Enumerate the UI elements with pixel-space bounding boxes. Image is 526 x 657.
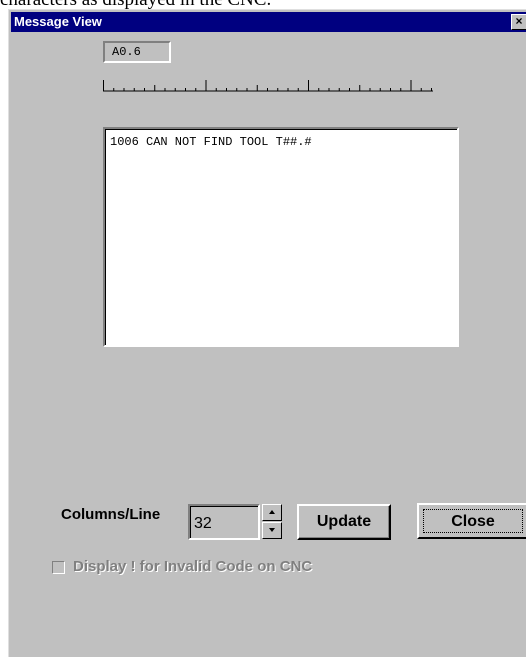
message-text: 1006 CAN NOT FIND TOOL T##.# [110,135,312,149]
spin-up-button[interactable] [262,504,282,521]
arrow-up-icon [269,510,275,514]
close-button[interactable]: Close [417,503,526,539]
address-label: A0.6 [103,41,171,63]
columns-per-line-label: Columns/Line [61,506,161,523]
invalid-code-checkbox[interactable] [52,561,65,574]
title-bar: Message View × [11,12,526,32]
document-caption: characters as displayed in the CNC. [0,0,526,9]
message-text-area[interactable]: 1006 CAN NOT FIND TOOL T##.# [103,127,459,347]
invalid-code-checkbox-label: Display ! for Invalid Code on CNC [73,558,313,575]
columns-per-line-input[interactable] [188,504,260,540]
update-button[interactable]: Update [297,504,391,540]
message-view-window: Message View × A0.6 1006 CAN NOT FIND TO… [8,9,526,657]
column-ruler [103,80,433,92]
window-title: Message View [14,14,102,29]
arrow-down-icon [269,528,275,532]
spin-down-button[interactable] [262,522,282,539]
close-icon[interactable]: × [511,14,526,30]
close-button-label: Close [423,509,523,533]
